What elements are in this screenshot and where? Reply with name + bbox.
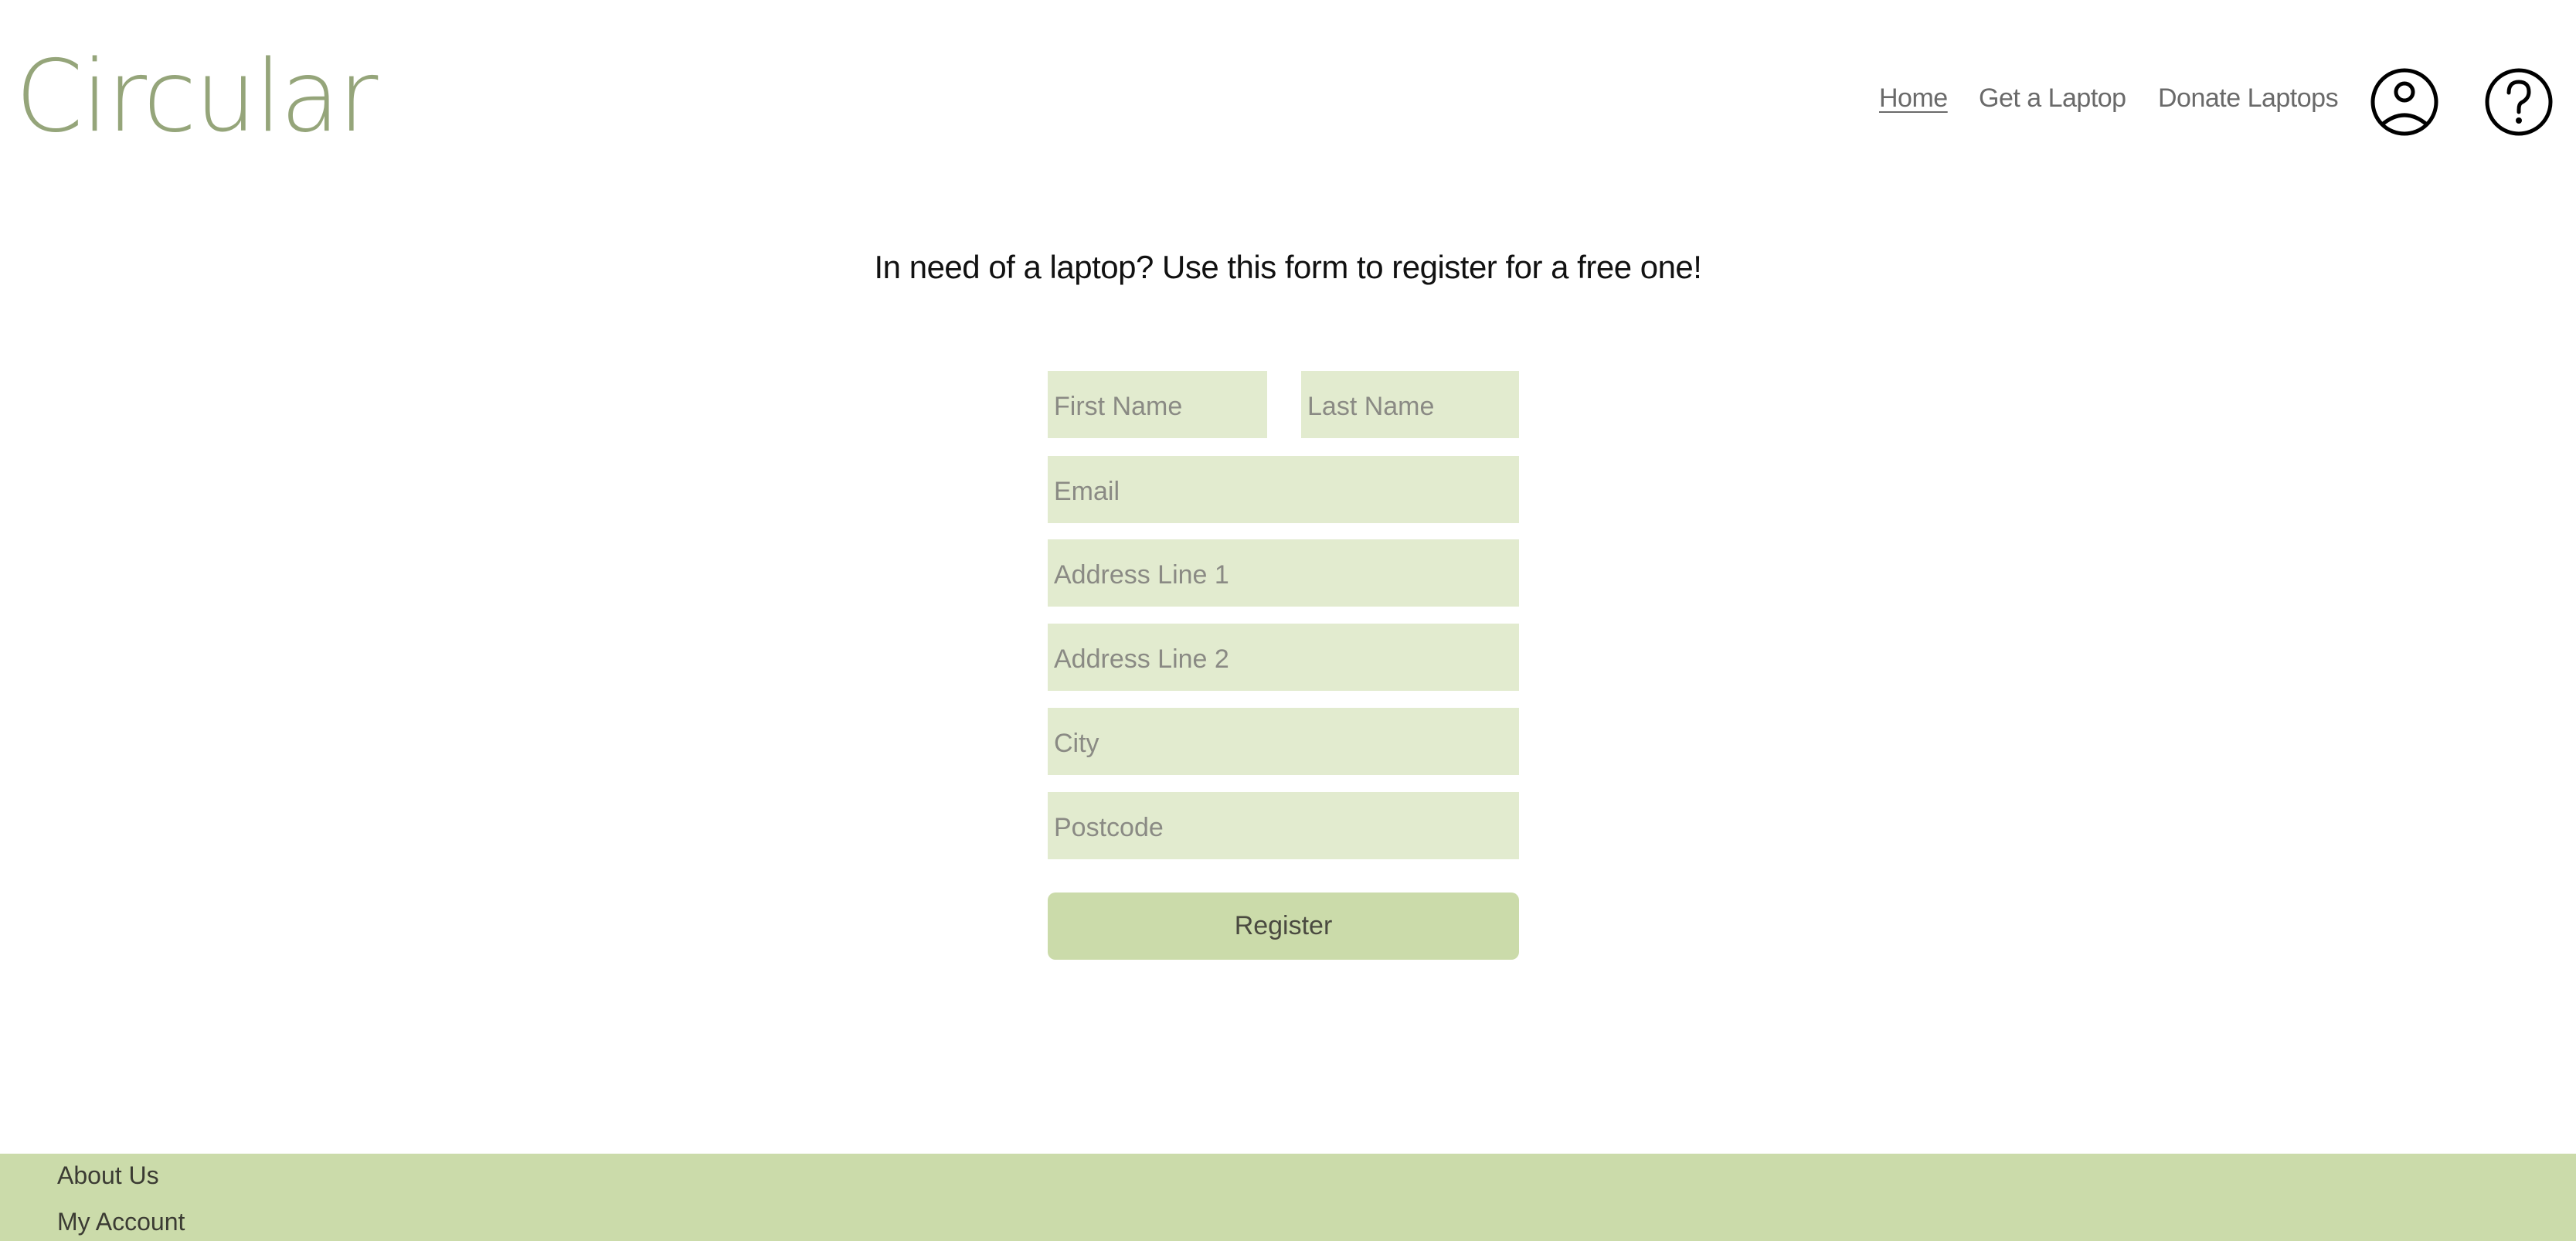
account-icon: [2370, 68, 2438, 136]
main-nav: Home Get a Laptop Donate Laptops: [0, 83, 2576, 122]
nav-home[interactable]: Home: [1879, 83, 1948, 114]
email-input[interactable]: [1048, 456, 1519, 523]
footer: About Us My Account: [0, 1154, 2576, 1241]
first-name-input[interactable]: [1048, 371, 1267, 438]
address-line-1-input[interactable]: [1048, 539, 1519, 607]
city-input[interactable]: [1048, 708, 1519, 775]
nav-get-a-laptop[interactable]: Get a Laptop: [1979, 83, 2126, 114]
footer-link-my-account[interactable]: My Account: [57, 1208, 185, 1236]
address-line-2-input[interactable]: [1048, 624, 1519, 691]
postcode-input[interactable]: [1048, 792, 1519, 859]
help-icon: [2485, 68, 2553, 136]
footer-link-about-us[interactable]: About Us: [57, 1161, 159, 1190]
help-button[interactable]: [2483, 66, 2554, 138]
account-button[interactable]: [2369, 66, 2440, 138]
nav-donate-laptops[interactable]: Donate Laptops: [2158, 83, 2339, 114]
last-name-input[interactable]: [1301, 371, 1519, 438]
page-headline: In need of a laptop? Use this form to re…: [874, 249, 1702, 285]
register-button[interactable]: Register: [1048, 892, 1519, 960]
